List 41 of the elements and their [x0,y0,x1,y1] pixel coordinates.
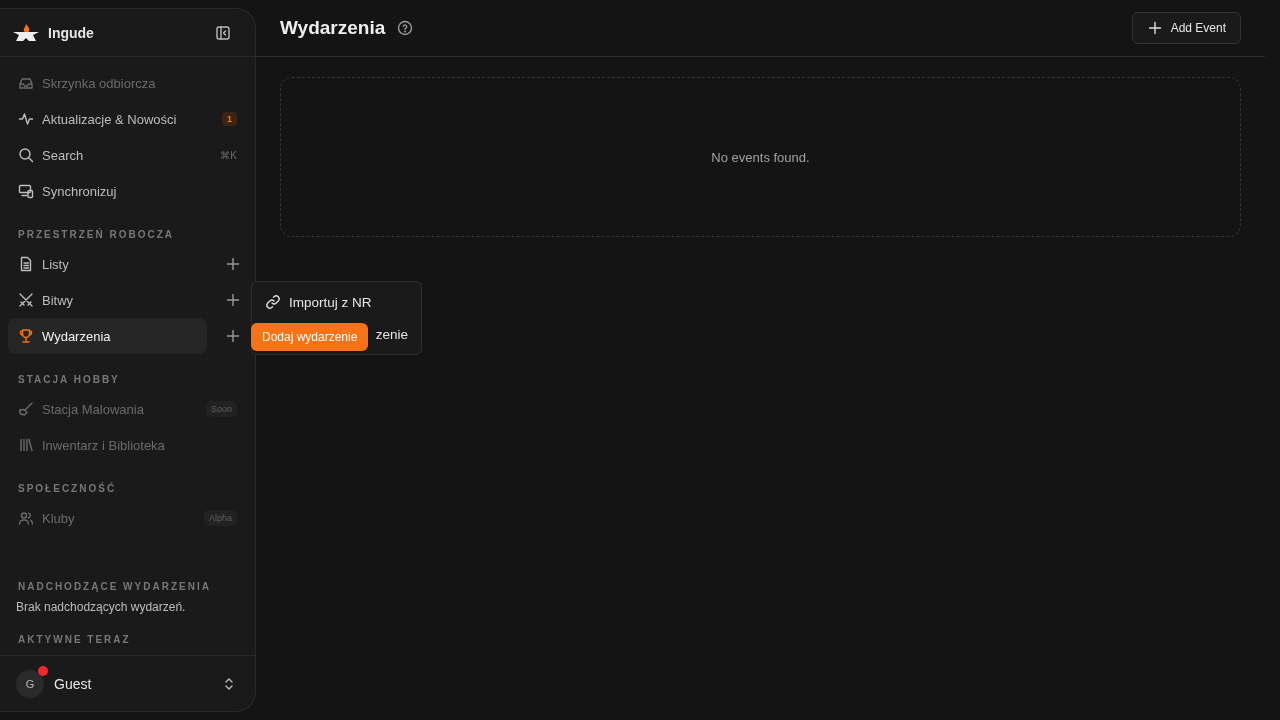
section-heading: AKTYWNE TERAZ [17,634,132,647]
sidebar-item[interactable]: Aktualizacje & Nowości 1 [8,101,247,137]
section-heading: PRZESTRZEŃ ROBOCZA [17,227,175,242]
section-heading: SPOŁECZNOŚĆ [17,481,118,496]
shortcut-hint: ⌘K [220,149,237,161]
empty-message: Brak nadchodzących wydarzeń. [15,600,187,616]
avatar-initial: G [25,677,35,690]
trophy-icon [18,328,34,344]
devices-icon [18,183,34,199]
menu-item[interactable]: Importuj z NR [256,286,417,318]
activity-icon [18,111,34,127]
user-name: Guest [54,675,93,692]
sidebar-item[interactable]: Synchronizuj [8,173,247,209]
link-icon [265,294,281,310]
empty-message: No events found. [711,149,810,165]
help-icon [397,20,414,36]
page-title: Wydarzenia [280,17,386,39]
books-icon [18,437,34,453]
add-event-button[interactable]: Add Event [1131,12,1241,44]
brush-icon [18,401,34,417]
inbox-icon [18,75,34,91]
document-icon [18,256,34,272]
section-heading: STACJA HOBBY [17,373,121,387]
user-menu[interactable]: G Guest [0,655,255,711]
sidebar-item[interactable]: Wydarzenia [8,318,207,354]
plus-icon [225,256,241,272]
brand-name: Ingude [48,24,95,41]
sidebar-toggle-icon [215,24,231,41]
sidebar-item[interactable]: Search ⌘K [8,137,247,173]
crossed-swords-icon [18,292,34,308]
plus-icon [225,328,241,344]
sidebar-item[interactable]: Bitwy [8,282,207,318]
search-icon [18,147,34,163]
sidebar-item[interactable]: Listy [8,246,207,282]
plus-icon [1146,20,1163,36]
count-badge: 1 [222,112,237,126]
section-heading: NADCHODZĄCE WYDARZENIA [17,581,212,594]
anvil-flame-logo [12,22,40,43]
plus-icon [225,292,241,308]
tooltip: Dodaj wydarzenie [251,323,369,351]
users-icon [18,510,34,526]
